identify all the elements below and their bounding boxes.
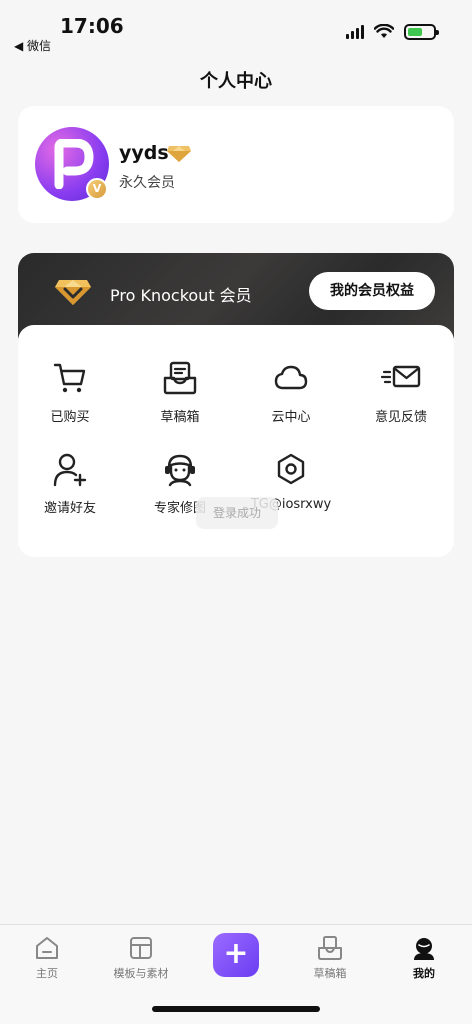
tab-drafts[interactable]: 草稿箱 [285,935,375,981]
tab-templates[interactable]: 模板与素材 [96,935,186,981]
back-to-app-link[interactable]: ◀ 微信 [14,37,51,54]
status-time: 17:06 [60,14,124,38]
username: yyds [119,142,169,164]
page-title: 个人中心 [200,71,272,92]
status-icons [346,24,439,40]
status-bar: 17:06 ◀ 微信 [0,0,472,58]
grid-item-purchased[interactable]: 已购买 [15,360,125,425]
profile-card[interactable]: V yyds 永久会员 [18,106,454,223]
invite-friend-icon [53,453,87,487]
profile-icon [414,938,434,960]
tab-label: 草稿箱 [313,967,347,980]
grid-item-invite[interactable]: 邀请好友 [15,451,125,516]
grid-item-label: 邀请好友 [43,501,96,516]
drafts-icon [163,361,197,395]
tab-mine[interactable]: 我的 [379,935,469,981]
drafts-tab-icon [318,936,342,960]
settings-hex-icon [277,453,305,485]
cloud-icon [274,365,308,390]
create-button[interactable]: + [213,933,259,977]
feedback-icon [381,365,421,388]
grid-item-label: 已购买 [50,410,90,425]
grid-item-feedback[interactable]: 意见反馈 [346,360,456,425]
expert-icon [165,454,195,487]
cart-icon [53,363,86,393]
battery-icon [404,24,439,40]
grid-item-label: 云中心 [271,410,311,425]
template-icon [130,937,152,959]
tab-home[interactable]: 主页 [2,935,92,981]
cellular-signal-icon [346,25,364,39]
tab-label: 我的 [413,967,435,980]
diamond-icon [167,146,191,162]
wifi-icon [374,24,394,38]
diamond-icon [55,280,91,305]
pro-banner-title: Pro Knockout 会员 [110,286,252,305]
grid-item-drafts[interactable]: 草稿箱 [125,360,235,425]
vip-badge: V [86,178,108,200]
grid-item-label: 意见反馈 [374,410,427,425]
home-indicator [152,1006,320,1012]
tab-label: 模板与素材 [113,967,169,980]
member-benefits-button[interactable]: 我的会员权益 [309,272,435,310]
home-icon [36,937,58,959]
tab-label: 主页 [36,967,58,980]
grid-item-cloud[interactable]: 云中心 [236,360,346,425]
grid-item-label: 草稿箱 [160,410,200,425]
toast-message: 登录成功 [196,497,278,529]
membership-type: 永久会员 [119,175,175,191]
